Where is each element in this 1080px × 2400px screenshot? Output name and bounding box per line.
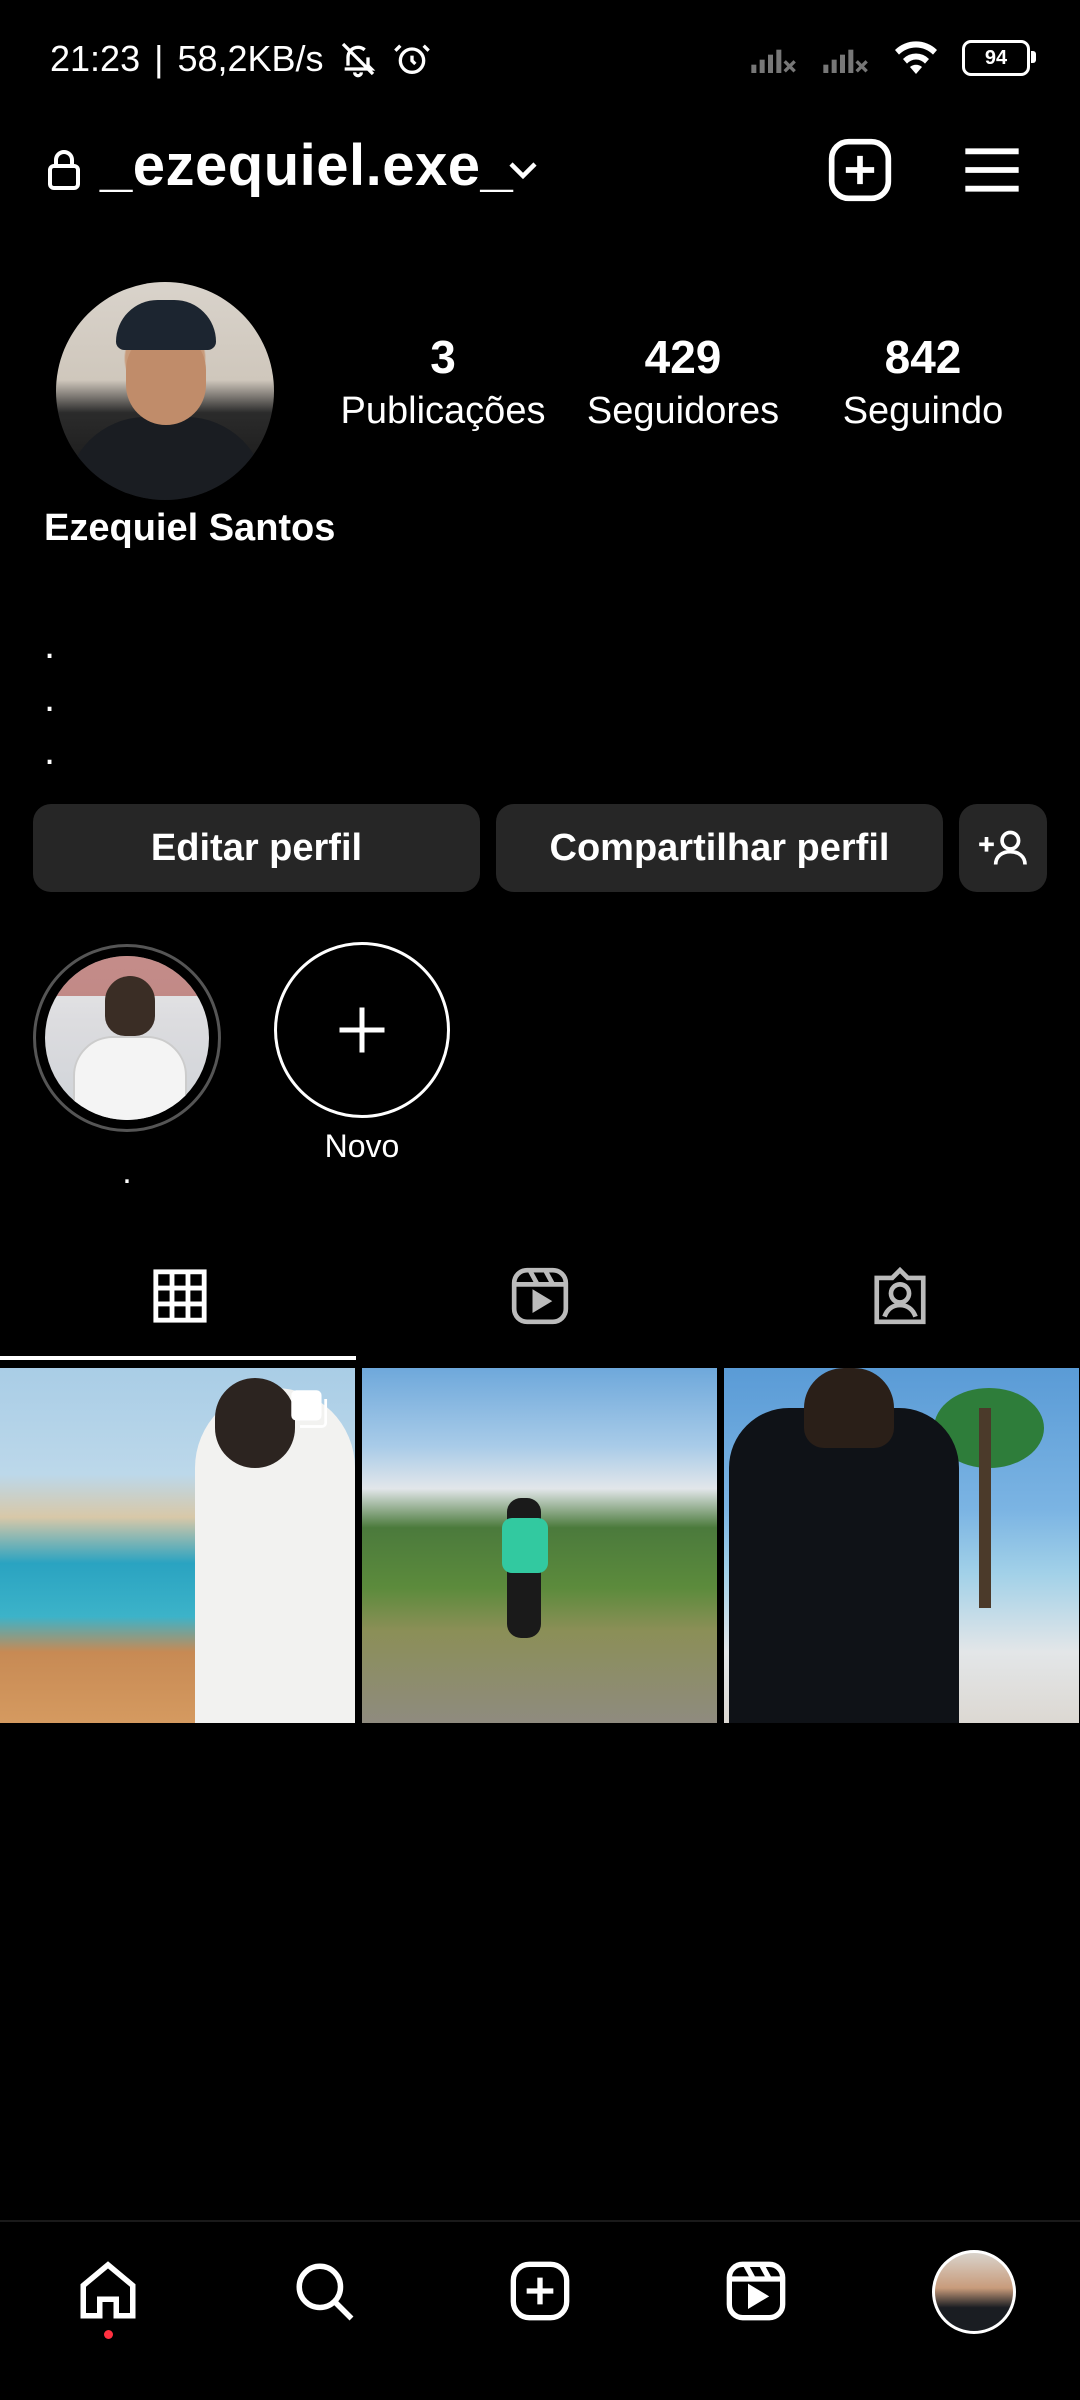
stat-value: 429 [644, 331, 722, 383]
stat-posts[interactable]: 3 Publicações [333, 330, 553, 438]
status-right: 94 [748, 38, 1036, 78]
hamburger-icon[interactable] [960, 142, 1024, 198]
clock: 21:23 [50, 38, 141, 79]
add-person-icon [979, 830, 1027, 865]
new-highlight-label: Novo [324, 1128, 400, 1164]
network-speed: 58,2KB/s [177, 38, 324, 79]
wifi-icon [895, 41, 937, 74]
bell-muted-icon [341, 42, 375, 78]
bio-line: . [44, 623, 56, 667]
grid-icon [153, 1269, 207, 1323]
search-icon [296, 2263, 354, 2321]
highlight-cover[interactable] [45, 956, 209, 1120]
stat-value: 842 [884, 331, 962, 383]
plus-icon [339, 1007, 385, 1053]
signal-off-icon [751, 49, 796, 73]
stat-followers[interactable]: 429 Seguidores [573, 330, 793, 438]
status-left: 21:23 | 58,2KB/s [50, 38, 432, 80]
stat-label: Seguindo [842, 390, 1004, 433]
post-thumbnail[interactable] [724, 1368, 1079, 1723]
alarm-icon [393, 44, 430, 74]
notification-dot [104, 2330, 113, 2339]
home-icon [80, 2261, 136, 2319]
nav-search[interactable] [216, 2226, 432, 2356]
reels-icon [511, 1267, 569, 1325]
lock-icon [48, 150, 80, 190]
stat-value: 3 [430, 331, 456, 383]
discover-people-button[interactable] [959, 804, 1047, 892]
signal-off-icon [823, 49, 868, 73]
post-thumbnail[interactable] [0, 1368, 355, 1723]
share-profile-button[interactable]: Compartilhar perfil [496, 804, 943, 892]
carousel-icon [291, 1390, 328, 1428]
chevron-down-icon[interactable] [505, 155, 541, 185]
bio-line: . [44, 729, 56, 773]
profile-avatar[interactable] [56, 282, 274, 500]
tab-reels[interactable] [360, 1236, 720, 1356]
post-thumbnail[interactable] [362, 1368, 717, 1723]
nav-profile-avatar[interactable] [932, 2250, 1016, 2334]
bio-line: . [44, 676, 56, 720]
battery-indicator: 94 [962, 40, 1036, 76]
new-highlight-button[interactable] [274, 942, 450, 1118]
nav-reels[interactable] [648, 2226, 864, 2356]
tagged-icon [874, 1266, 926, 1325]
tab-tagged[interactable] [720, 1236, 1080, 1356]
tab-posts-grid[interactable] [0, 1236, 360, 1356]
stat-following[interactable]: 842 Seguindo [813, 330, 1033, 438]
stat-label: Publicações [340, 390, 546, 433]
username-title[interactable]: _ezequiel.exe_ [100, 132, 513, 199]
stat-label: Seguidores [586, 390, 780, 433]
status-bar: 21:23 | 58,2KB/s 94 [0, 0, 1080, 120]
create-icon [510, 2261, 570, 2321]
nav-create[interactable] [432, 2226, 648, 2356]
full-name: Ezequiel Santos [44, 507, 336, 549]
highlight-label: . [122, 1153, 132, 1191]
profile-header: _ezequiel.exe_ [0, 120, 1080, 220]
active-tab-indicator [0, 1356, 356, 1360]
edit-profile-button[interactable]: Editar perfil [33, 804, 480, 892]
reels-icon [726, 2261, 786, 2321]
plus-square-icon[interactable] [826, 136, 894, 204]
nav-divider [0, 2220, 1080, 2222]
